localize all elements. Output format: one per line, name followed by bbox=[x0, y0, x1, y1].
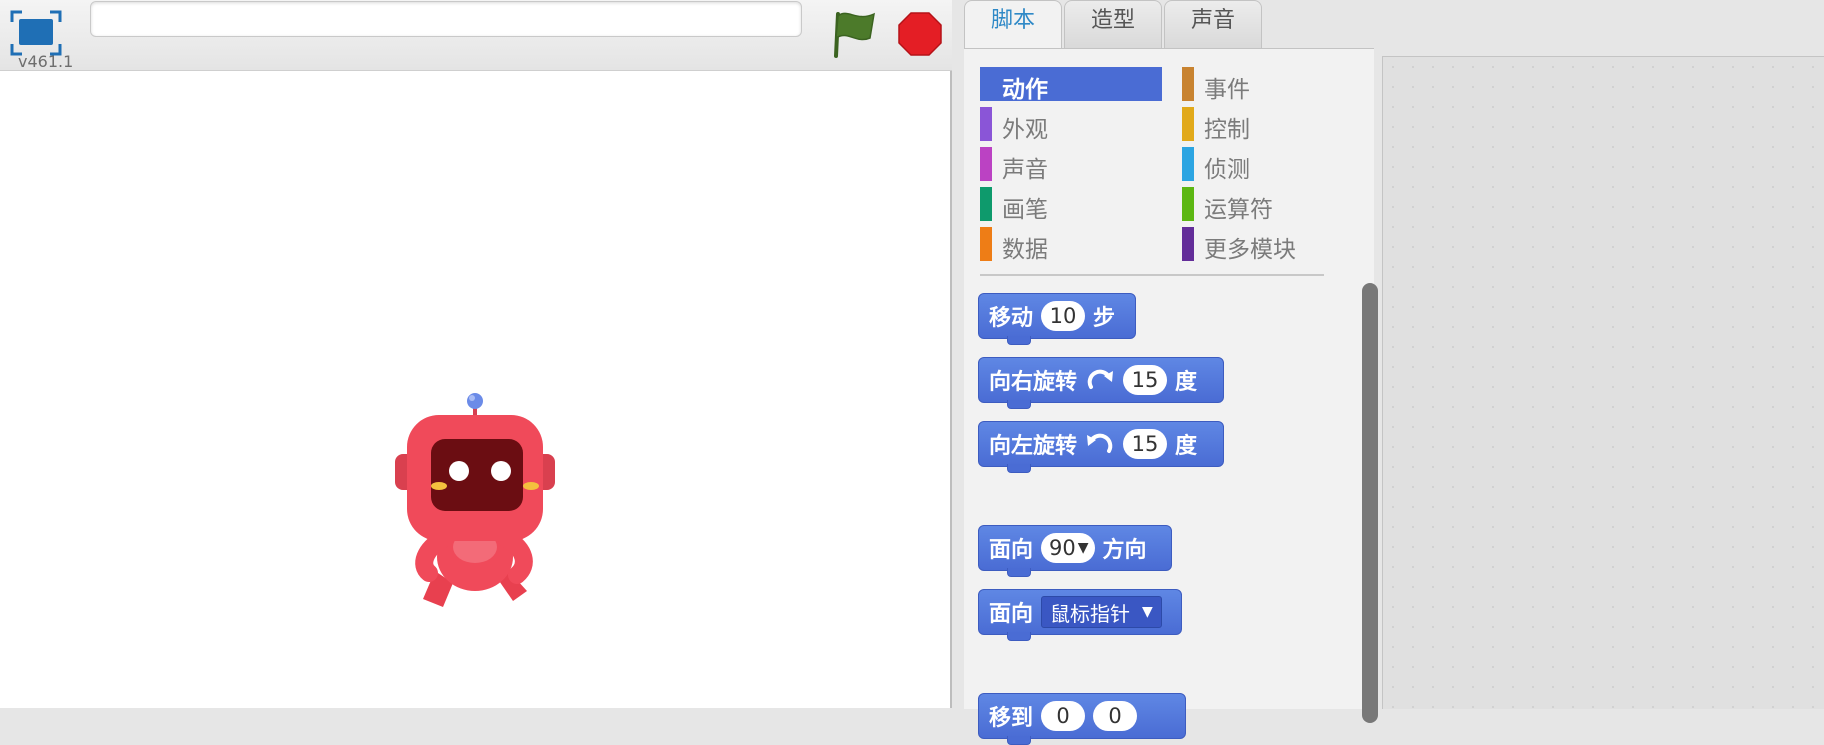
category-label: 声音 bbox=[1002, 157, 1048, 183]
category-label: 运算符 bbox=[1204, 197, 1273, 223]
degrees-input[interactable]: 15 bbox=[1123, 365, 1168, 395]
green-flag-icon bbox=[834, 12, 875, 58]
block-text: 移动 bbox=[989, 306, 1034, 331]
category-events[interactable]: 事件 bbox=[1182, 67, 1367, 103]
degrees-input[interactable]: 15 bbox=[1123, 429, 1168, 459]
category-looks[interactable]: 外观 bbox=[980, 107, 1165, 143]
stage-header: v461.1 bbox=[0, 0, 952, 71]
category-data[interactable]: 数据 bbox=[980, 227, 1165, 263]
stop-icon bbox=[898, 12, 942, 56]
fullscreen-button[interactable] bbox=[10, 10, 62, 56]
category-label: 动作 bbox=[1002, 77, 1048, 103]
category-swatch bbox=[1182, 107, 1194, 141]
script-area[interactable] bbox=[1382, 56, 1824, 709]
category-swatch bbox=[1182, 187, 1194, 221]
y-input[interactable]: 0 bbox=[1093, 701, 1138, 731]
target-dropdown[interactable]: 鼠标指针 ▼ bbox=[1041, 596, 1162, 628]
block-palette: 动作 外观 声音 画笔 数据 事件 控制 侦测 运算符 更多模块 移动 10 步… bbox=[964, 48, 1378, 745]
category-swatch bbox=[1182, 67, 1194, 101]
tab-sounds[interactable]: 声音 bbox=[1164, 0, 1262, 48]
category-label: 控制 bbox=[1204, 117, 1250, 143]
category-label: 事件 bbox=[1204, 77, 1250, 103]
block-text: 面向 bbox=[989, 538, 1034, 563]
category-sound[interactable]: 声音 bbox=[980, 147, 1165, 183]
target-value: 鼠标指针 bbox=[1050, 601, 1131, 626]
category-swatch bbox=[980, 147, 992, 181]
category-label: 数据 bbox=[1002, 237, 1048, 263]
category-control[interactable]: 控制 bbox=[1182, 107, 1367, 143]
category-label: 画笔 bbox=[1002, 197, 1048, 223]
robot-sprite[interactable] bbox=[395, 389, 555, 614]
category-swatch bbox=[980, 187, 992, 221]
move-steps-block[interactable]: 移动 10 步 bbox=[978, 293, 1136, 345]
rotate-left-icon bbox=[1087, 433, 1113, 453]
category-label: 外观 bbox=[1002, 117, 1048, 143]
block-text: 步 bbox=[1093, 306, 1116, 331]
block-text: 面向 bbox=[989, 602, 1034, 627]
category-pen[interactable]: 画笔 bbox=[980, 187, 1165, 223]
category-swatch bbox=[1182, 227, 1194, 261]
caret-down-icon: ▼ bbox=[1077, 540, 1089, 556]
x-input[interactable]: 0 bbox=[1041, 701, 1086, 731]
block-text: 向左旋转 bbox=[989, 434, 1078, 459]
category-more-blocks[interactable]: 更多模块 bbox=[1182, 227, 1367, 263]
fullscreen-icon bbox=[10, 10, 62, 56]
caret-down-icon: ▼ bbox=[1142, 604, 1153, 620]
direction-input[interactable]: 90 ▼ bbox=[1041, 533, 1095, 563]
project-title-input[interactable] bbox=[90, 1, 802, 37]
steps-input[interactable]: 10 bbox=[1041, 301, 1086, 331]
block-text: 移到 bbox=[989, 706, 1034, 731]
block-text: 度 bbox=[1175, 370, 1198, 395]
palette-scrollbar[interactable] bbox=[1362, 283, 1378, 723]
category-swatch bbox=[980, 227, 992, 261]
category-motion[interactable]: 动作 bbox=[980, 67, 1162, 103]
category-label: 侦测 bbox=[1204, 157, 1250, 183]
block-text: 度 bbox=[1175, 434, 1198, 459]
category-list: 动作 外观 声音 画笔 数据 事件 控制 侦测 运算符 更多模块 bbox=[980, 67, 1360, 272]
stage[interactable] bbox=[0, 71, 952, 708]
block-text: 方向 bbox=[1102, 538, 1147, 563]
point-towards-block[interactable]: 面向 鼠标指针 ▼ bbox=[978, 589, 1182, 641]
green-flag-button[interactable] bbox=[830, 8, 880, 60]
stop-button[interactable] bbox=[898, 12, 942, 56]
category-operators[interactable]: 运算符 bbox=[1182, 187, 1367, 223]
category-label: 更多模块 bbox=[1204, 237, 1296, 263]
turn-left-block[interactable]: 向左旋转 15 度 bbox=[978, 421, 1224, 473]
turn-right-block[interactable]: 向右旋转 15 度 bbox=[978, 357, 1224, 409]
version-label: v461.1 bbox=[18, 52, 74, 71]
palette-divider bbox=[980, 274, 1324, 276]
direction-value: 90 bbox=[1049, 536, 1076, 560]
tab-costumes[interactable]: 造型 bbox=[1064, 0, 1162, 48]
category-swatch bbox=[1182, 147, 1194, 181]
category-swatch bbox=[980, 107, 992, 141]
rotate-right-icon bbox=[1087, 369, 1114, 389]
go-to-xy-block[interactable]: 移到 0 0 bbox=[978, 693, 1186, 745]
tab-scripts[interactable]: 脚本 bbox=[964, 0, 1062, 50]
block-text: 向右旋转 bbox=[989, 370, 1078, 395]
point-in-direction-block[interactable]: 面向 90 ▼ 方向 bbox=[978, 525, 1172, 577]
category-sensing[interactable]: 侦测 bbox=[1182, 147, 1367, 183]
